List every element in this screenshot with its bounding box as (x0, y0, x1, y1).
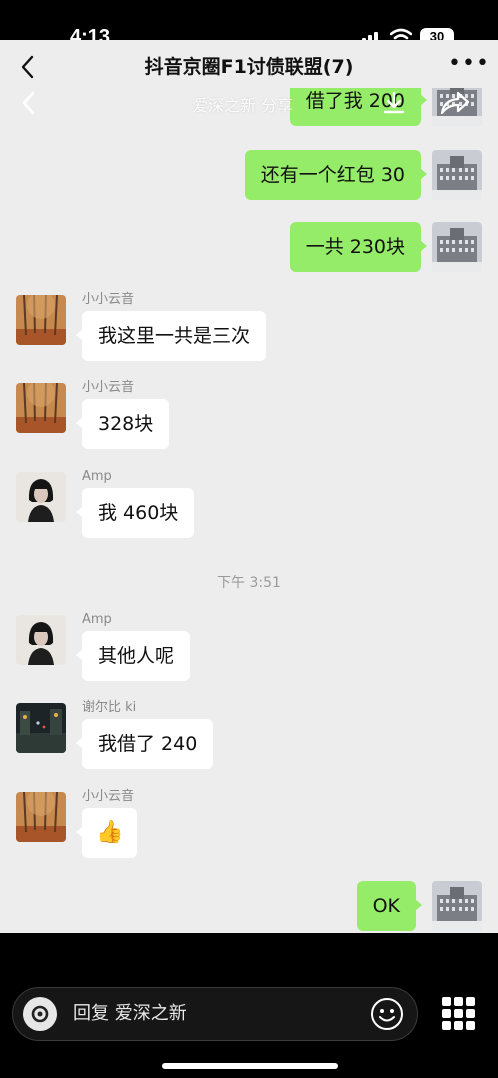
building-avatar[interactable] (432, 881, 482, 931)
building-avatar[interactable] (432, 150, 482, 200)
share-icon[interactable] (440, 90, 470, 116)
overlay-back-icon[interactable] (18, 90, 40, 116)
autumn-trees-avatar[interactable] (16, 295, 66, 345)
message-row: 小小云音 328块 (0, 380, 498, 456)
message-row: 谢尔比 ki 我借了 240 (0, 700, 498, 776)
shared-by-caption: 爱深之新 分享 (192, 96, 294, 115)
home-indicator (162, 1063, 338, 1069)
reply-bar: 回复 爱深之新 (0, 933, 498, 1078)
status-bar: 4:13 30 (0, 0, 498, 48)
apps-grid-icon[interactable] (442, 997, 476, 1031)
building-avatar[interactable] (432, 222, 482, 272)
message-bubble[interactable]: 我这里一共是三次 (75, 311, 267, 361)
message-row: 一共 230块 (0, 222, 498, 274)
sender-name: Amp (82, 469, 112, 484)
sender-name: 谢尔比 ki (82, 700, 137, 715)
emoji-icon[interactable] (370, 997, 404, 1031)
message-bubble[interactable]: 我 460块 (75, 488, 195, 538)
message-row: Amp 我 460块 (0, 469, 498, 545)
more-options-button[interactable]: ••• (448, 53, 489, 80)
message-bubble[interactable]: 我借了 240 (75, 719, 214, 769)
message-bubble[interactable]: OK (356, 881, 423, 931)
reply-input-container[interactable]: 回复 爱深之新 (12, 987, 418, 1041)
message-row: Amp 其他人呢 (0, 612, 498, 688)
message-bubble[interactable]: 还有一个红包 30 (244, 150, 428, 200)
message-bubble[interactable]: 一共 230块 (289, 222, 428, 272)
message-row: OK (0, 881, 498, 933)
chat-message-list[interactable]: 借了我 200 爱深之新 分享 还有一个红包 30 一共 230块 小小云音 我… (0, 88, 498, 933)
message-bubble[interactable]: 其他人呢 (75, 631, 191, 681)
sender-name: 小小云音 (82, 789, 135, 804)
sender-name: 小小云音 (82, 380, 135, 395)
back-arrow-icon[interactable] (16, 52, 40, 82)
message-bubble[interactable]: 328块 (75, 399, 170, 449)
message-row: 小小云音 我这里一共是三次 (0, 292, 498, 368)
reply-input[interactable]: 回复 爱深之新 (73, 1001, 187, 1027)
dark-hair-girl-avatar[interactable] (16, 615, 66, 665)
message-row: 小小云音 👍 (0, 789, 498, 865)
message-row: 还有一个红包 30 (0, 150, 498, 202)
sender-name: 小小云音 (82, 292, 135, 307)
thumbs-up-sticker-bubble[interactable]: 👍 (75, 808, 138, 858)
dark-hair-girl-avatar[interactable] (16, 472, 66, 522)
camera-icon[interactable] (23, 997, 57, 1031)
autumn-trees-avatar[interactable] (16, 383, 66, 433)
night-street-avatar[interactable] (16, 703, 66, 753)
autumn-trees-avatar[interactable] (16, 792, 66, 842)
download-icon[interactable] (382, 90, 406, 116)
time-divider: 下午 3:51 (217, 575, 281, 591)
chat-title: 抖音京圈F1讨债联盟(7) (144, 56, 354, 78)
sender-name: Amp (82, 612, 112, 627)
